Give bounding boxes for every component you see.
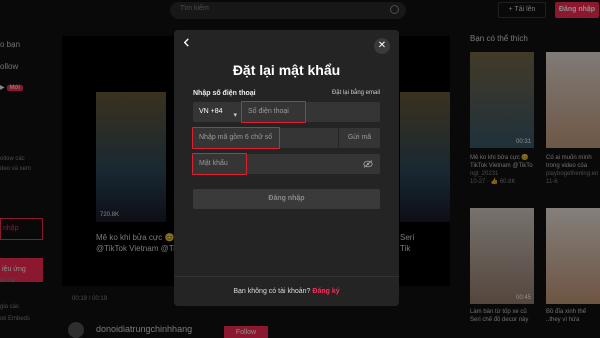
verification-code-input[interactable]: Nhập mã gồm 6 chữ số bbox=[193, 128, 338, 148]
send-code-button[interactable]: Gửi mã bbox=[339, 128, 380, 148]
modal-title: Đặt lại mật khẩu bbox=[232, 62, 341, 78]
close-button[interactable]: ✕ bbox=[374, 38, 390, 54]
password-row: Mật khẩu bbox=[193, 154, 380, 174]
phone-row: VN +84 ▾ Số điện thoại bbox=[193, 102, 380, 122]
country-code-select[interactable]: VN +84 ▾ bbox=[193, 102, 241, 122]
reset-password-modal: ✕ Đặt lại mật khẩu Nhập số điện thoại Đặ… bbox=[174, 30, 399, 306]
password-input[interactable]: Mật khẩu bbox=[199, 154, 228, 174]
no-account-text: Bạn không có tài khoản? bbox=[233, 288, 311, 295]
back-arrow-icon[interactable] bbox=[182, 38, 191, 47]
country-code-value: VN +84 bbox=[199, 108, 223, 115]
chevron-down-icon: ▾ bbox=[233, 112, 237, 119]
modal-footer: Bạn không có tài khoản? Đăng ký bbox=[174, 276, 399, 306]
signup-link[interactable]: Đăng ký bbox=[312, 288, 339, 295]
close-icon: ✕ bbox=[377, 40, 387, 51]
code-row: Nhập mã gồm 6 chữ số Gửi mã bbox=[193, 128, 380, 148]
phone-number-input[interactable]: Số điện thoại bbox=[242, 102, 380, 122]
eye-off-icon[interactable] bbox=[363, 160, 373, 168]
reset-by-email-link[interactable]: Đặt lại bằng email bbox=[332, 90, 380, 96]
phone-field-label: Nhập số điện thoại bbox=[193, 90, 256, 97]
login-submit-button[interactable]: Đăng nhập bbox=[193, 189, 380, 209]
